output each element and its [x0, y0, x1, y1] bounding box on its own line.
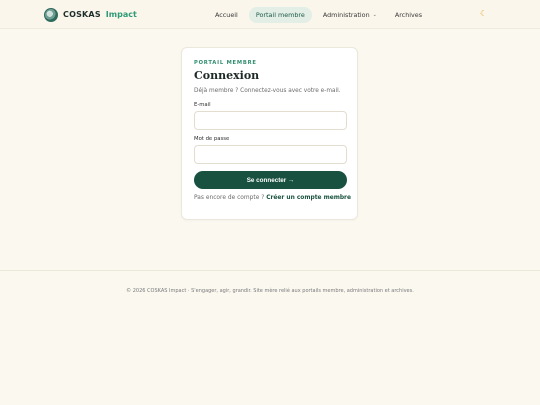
nav-item-label: Administration [322, 10, 370, 19]
signup-prompt-text: Pas encore de compte ? [194, 195, 265, 201]
nav-item-portail-membre[interactable]: Portail membre [248, 6, 312, 23]
nav-item-administration[interactable]: Administration ⌄ [316, 7, 384, 23]
login-card: PORTAIL MEMBRE Connexion Déjà membre ? C… [181, 47, 358, 220]
main-nav: Accueil Portail membre Administration ⌄ … [208, 6, 429, 23]
top-navigation-bar: COSKAS Impact Accueil Portail membre Adm… [0, 0, 540, 29]
brand-name: COSKAS [63, 10, 101, 19]
password-label: Mot de passe [194, 136, 230, 142]
brand-accent: Impact [105, 10, 137, 19]
card-subtitle: Déjà membre ? Connectez-vous avec votre … [194, 88, 341, 94]
login-button[interactable]: Se connecter → [194, 171, 347, 189]
password-field[interactable] [194, 145, 347, 164]
email-label: E-mail [194, 102, 211, 108]
nav-item-archives[interactable]: Archives [388, 7, 429, 23]
email-field[interactable] [194, 111, 347, 130]
moon-icon[interactable]: ☾ [480, 9, 490, 19]
chevron-down-icon: ⌄ [372, 11, 377, 18]
page-title: Connexion [194, 69, 260, 82]
nav-item-label: Portail membre [255, 10, 305, 19]
nav-item-accueil[interactable]: Accueil [208, 7, 245, 23]
nav-item-label: Archives [394, 10, 423, 19]
card-eyebrow: PORTAIL MEMBRE [194, 60, 257, 66]
nav-item-label: Accueil [215, 10, 238, 19]
footer-text: © 2026 COSKAS Impact · S'engager, agir, … [126, 288, 414, 294]
signup-prompt: Pas encore de compte ? Créer un compte m… [194, 195, 351, 201]
footer-divider [0, 270, 540, 271]
globe-logo-icon [44, 7, 58, 22]
create-account-link[interactable]: Créer un compte membre [266, 195, 351, 201]
brand[interactable]: COSKAS Impact [44, 7, 137, 22]
